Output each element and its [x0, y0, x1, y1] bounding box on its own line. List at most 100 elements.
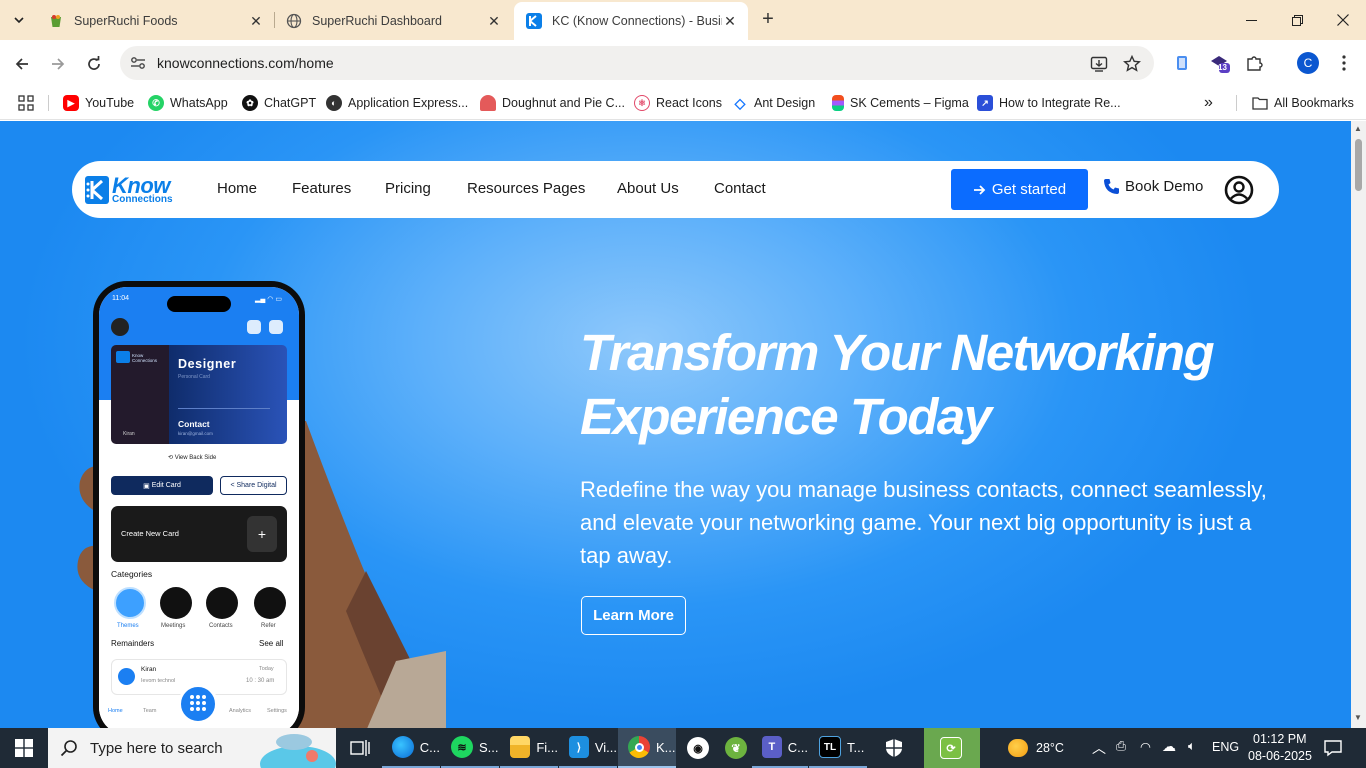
cloud-icon[interactable]: ☁	[1162, 738, 1176, 755]
start-button[interactable]	[0, 728, 48, 768]
learn-more-button[interactable]: Learn More	[581, 596, 686, 635]
dialpad-icon	[190, 695, 206, 711]
category-meetings[interactable]	[160, 587, 192, 619]
phone-nav-analytics[interactable]: Analytics	[229, 708, 251, 714]
close-window-button[interactable]	[1320, 0, 1366, 40]
taskbar-app-edge[interactable]: C...	[382, 728, 440, 768]
extension-docs-icon[interactable]	[1171, 52, 1193, 74]
taskbar-app-chrome[interactable]: K...	[618, 728, 676, 768]
site-info-icon[interactable]	[130, 55, 146, 71]
reload-button[interactable]	[80, 50, 108, 78]
bookmark-whatsapp[interactable]: ✆ WhatsApp	[148, 92, 228, 114]
phone-nav-home[interactable]: Home	[108, 708, 123, 714]
nav-resources-pages[interactable]: Resources Pages	[467, 180, 585, 197]
card-contact-label: Contact	[178, 419, 210, 429]
tab-superruchi-foods[interactable]: SuperRuchi Foods ✕	[36, 2, 274, 40]
nav-home[interactable]: Home	[217, 180, 257, 197]
bookmark-star-icon[interactable]	[1123, 55, 1141, 73]
close-tab-icon[interactable]: ✕	[248, 13, 264, 29]
tab-search-button[interactable]	[6, 8, 32, 32]
close-icon	[1337, 14, 1349, 26]
minimize-button[interactable]	[1228, 0, 1274, 40]
url-text[interactable]: knowconnections.com/home	[157, 55, 334, 71]
phone-chat-icon	[269, 320, 283, 334]
taskbar-app-tl[interactable]: TL T...	[809, 728, 867, 768]
share-digital-button[interactable]: < Share Digital	[220, 476, 287, 495]
nav-contact[interactable]: Contact	[714, 180, 766, 197]
language-indicator[interactable]: ENG	[1212, 740, 1239, 754]
nav-features[interactable]: Features	[292, 180, 351, 197]
taskbar-search-box[interactable]: Type here to search	[48, 728, 336, 768]
bookmark-ant-design[interactable]: ◇ Ant Design	[732, 92, 815, 114]
edit-card-button[interactable]: ▣ Edit Card	[111, 476, 213, 495]
phone-nav-team[interactable]: Team	[143, 708, 156, 714]
taskbar-app-sync[interactable]: ⟳	[924, 728, 980, 768]
new-tab-button[interactable]: +	[756, 8, 780, 32]
bookmark-chatgpt[interactable]: ✿ ChatGPT	[242, 92, 316, 114]
site-logo[interactable]: Know Connections	[84, 175, 173, 205]
close-tab-icon[interactable]: ✕	[486, 13, 502, 29]
arrow-right-icon	[973, 184, 986, 195]
nav-pricing[interactable]: Pricing	[385, 180, 431, 197]
taskbar-app-teams[interactable]: T C...	[752, 728, 808, 768]
nav-about-us[interactable]: About Us	[617, 180, 679, 197]
globe-icon	[286, 13, 302, 29]
bookmark-doughnut-pie[interactable]: Doughnut and Pie C...	[480, 92, 625, 114]
category-contacts[interactable]	[206, 587, 238, 619]
page-scrollbar[interactable]: ▲ ▼	[1351, 121, 1366, 728]
taskbar-app-vscode[interactable]: ⟩ Vi...	[559, 728, 617, 768]
clock-date[interactable]: 08-06-2025	[1248, 749, 1312, 763]
bookmark-react-icons[interactable]: ⚛ React Icons	[634, 92, 722, 114]
see-all-link[interactable]: See all	[259, 639, 283, 648]
restore-button[interactable]	[1274, 0, 1320, 40]
tab-superruchi-dashboard[interactable]: SuperRuchi Dashboard ✕	[274, 2, 512, 40]
taskbar-app-label: C...	[787, 739, 808, 755]
taskbar-app-github[interactable]: ◉	[677, 728, 713, 768]
extensions-puzzle-icon[interactable]	[1243, 52, 1265, 74]
weather-widget[interactable]: 28°C	[1008, 739, 1064, 757]
scroll-down-icon[interactable]: ▼	[1354, 713, 1362, 722]
scroll-up-icon[interactable]: ▲	[1354, 124, 1362, 133]
clock-time[interactable]: 01:12 PM	[1253, 732, 1307, 746]
install-app-icon[interactable]	[1090, 55, 1108, 73]
taskbar-app-spotify[interactable]: ≋ S...	[441, 728, 499, 768]
phone-nav-settings[interactable]: Settings	[267, 708, 287, 714]
scrollbar-thumb[interactable]	[1355, 139, 1362, 191]
user-account-icon[interactable]	[1224, 175, 1254, 205]
more-bookmarks-icon[interactable]: »	[1204, 92, 1213, 114]
meet-now-icon[interactable]: ⎙	[1116, 739, 1126, 754]
apps-grid-icon[interactable]	[18, 92, 34, 114]
logo-word-connections: Connections	[112, 194, 173, 205]
category-themes[interactable]	[114, 587, 146, 619]
task-view-button[interactable]	[346, 728, 376, 768]
speaker-icon[interactable]: 🔈︎	[1188, 739, 1196, 754]
bookmark-how-to-integrate[interactable]: ↗ How to Integrate Re...	[977, 92, 1121, 114]
phone-dialpad-button[interactable]	[178, 684, 218, 724]
view-back-side-link[interactable]: ⟲ View Back Side	[168, 454, 216, 461]
menu-kebab-icon[interactable]	[1333, 52, 1355, 74]
all-bookmarks[interactable]: All Bookmarks	[1252, 92, 1354, 114]
notifications-button[interactable]	[1324, 739, 1342, 760]
address-bar[interactable]: knowconnections.com/home	[120, 46, 1154, 80]
extension-badge-icon[interactable]: 13	[1208, 52, 1230, 74]
create-new-card-tile[interactable]: Create New Card +	[111, 506, 287, 562]
tab-know-connections[interactable]: KC (Know Connections) - Busine ✕	[514, 2, 748, 40]
get-started-button[interactable]: Get started	[951, 169, 1088, 210]
bookmark-youtube[interactable]: ▶ YouTube	[63, 92, 134, 114]
category-label: Meetings	[161, 623, 186, 629]
edit-card-label: Edit Card	[151, 482, 181, 489]
bookmark-sk-cements-figma[interactable]: SK Cements – Figma	[832, 92, 969, 114]
forward-button[interactable]	[44, 50, 72, 78]
back-button[interactable]	[8, 50, 36, 78]
reminder-time: 10 : 30 am	[246, 678, 275, 684]
taskbar-app-spring[interactable]: ❦	[715, 728, 751, 768]
profile-avatar[interactable]: C	[1297, 52, 1319, 74]
tray-overflow-icon[interactable]: ︿	[1092, 738, 1106, 758]
book-demo-link[interactable]: Book Demo	[1103, 178, 1203, 195]
taskbar-app-security[interactable]	[874, 728, 914, 768]
wifi-icon[interactable]: ◠	[1140, 739, 1151, 754]
bookmark-application-express[interactable]: ◐ Application Express...	[326, 92, 468, 114]
close-tab-icon[interactable]: ✕	[722, 13, 738, 29]
category-refer[interactable]	[254, 587, 286, 619]
taskbar-app-file-explorer[interactable]: Fi...	[500, 728, 558, 768]
